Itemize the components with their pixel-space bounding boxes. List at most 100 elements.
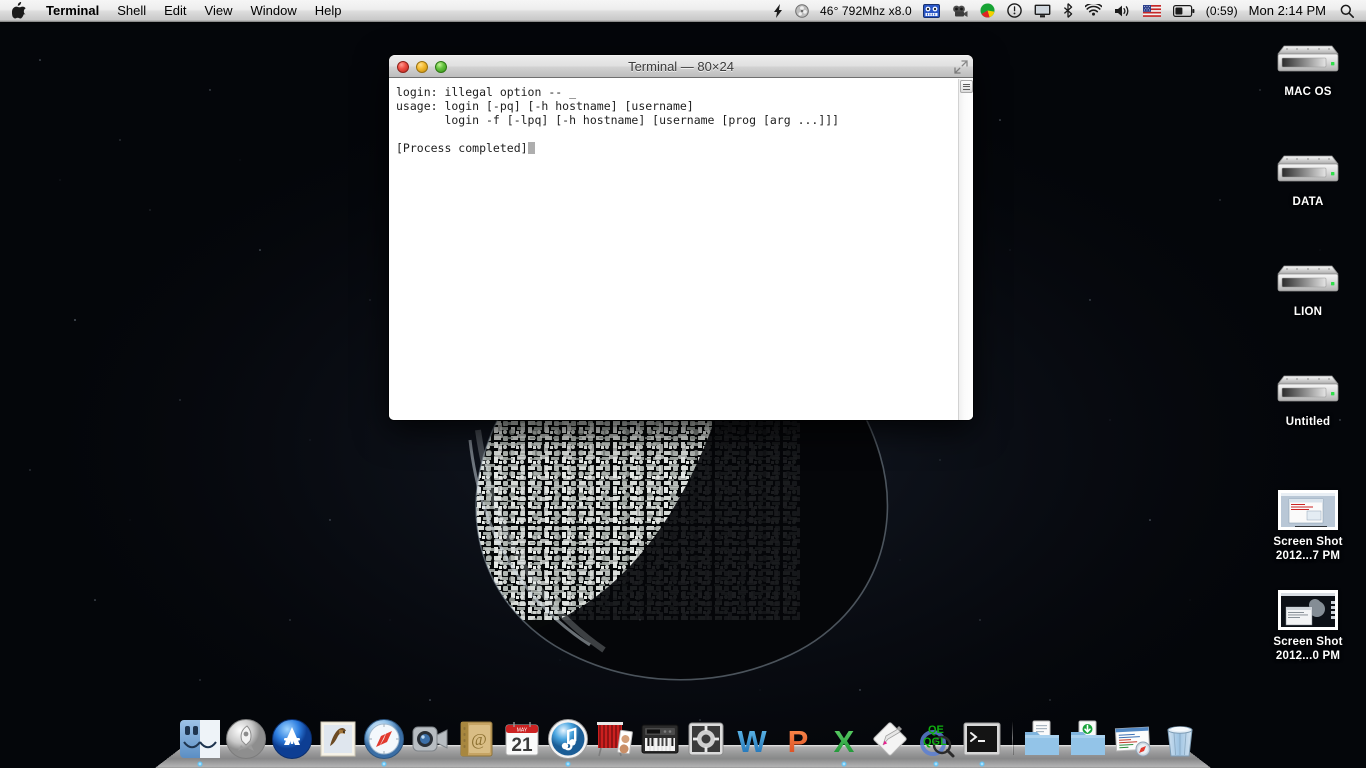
menu-bar: Terminal Shell Edit View Window Help 46°… [0,0,1366,22]
apple-logo-icon[interactable] [0,2,37,19]
menu-item-edit[interactable]: Edit [155,0,195,22]
terminal-line-2: login -f [-lpq] [-h hostname] [username … [396,112,840,127]
clock-alert-icon[interactable] [1001,0,1028,22]
svg-text:X: X [834,724,855,759]
hard-drive-icon [1275,138,1341,190]
safari-icon [364,719,404,759]
desktop-icon-label: LION [1293,306,1323,318]
fullscreen-icon[interactable] [954,60,968,74]
facetime-icon [412,726,448,752]
dock-item-app-store[interactable] [269,712,315,760]
desktop-icon-lion[interactable]: LION [1258,248,1358,319]
dock-items: @ MAY 21 W P X QE QGL [155,712,1211,767]
svg-text:@: @ [471,730,487,749]
launchpad-icon [226,719,266,759]
running-indicator [565,761,571,767]
photo-booth-icon [597,722,633,757]
menu-item-view[interactable]: View [196,0,242,22]
dock-item-powerpoint[interactable]: P [775,712,821,760]
dock-item-finder[interactable] [177,712,223,767]
spotlight-search-icon[interactable] [1334,0,1360,22]
minimize-button[interactable] [416,61,428,73]
terminal-output[interactable]: login: illegal option -- _ usage: login … [389,79,958,420]
traffic-lights [397,61,447,73]
dock-item-itunes[interactable] [545,712,591,767]
terminal-title-bar[interactable]: Terminal — 80×24 [389,55,973,78]
desktop-icon-label: MAC OS [1284,86,1332,98]
garageband-icon [641,724,679,754]
dock-item-address-book[interactable]: @ [453,712,499,760]
dock-item-mail[interactable] [315,712,361,760]
disk-pie-icon[interactable] [974,0,1001,22]
camera-icon[interactable] [946,0,974,22]
dock-item-ical[interactable]: MAY 21 [499,712,545,760]
dock-stack-downloads[interactable] [1065,712,1111,760]
document-file-icon [1114,726,1151,757]
terminal-window[interactable]: Terminal — 80×24 login: illegal option -… [389,55,973,420]
itunes-icon [548,719,588,759]
terminal-line-1: usage: login [-pq] [-h hostname] [userna… [396,98,694,113]
terminal-icon [963,722,1001,756]
excel-icon: X [834,724,855,759]
dock-item-recent-file[interactable] [1111,712,1157,760]
desktop-icon-untitled[interactable]: Untitled [1258,358,1358,429]
close-button[interactable] [397,61,409,73]
menu-item-help[interactable]: Help [306,0,351,22]
documents-folder-icon [1025,720,1059,755]
us-flag-icon[interactable] [1137,0,1167,22]
wifi-icon[interactable] [1079,0,1108,22]
svg-text:W: W [737,724,767,759]
microsoft-word-icon: W [737,724,767,759]
bluetooth-icon[interactable] [1057,0,1079,22]
dock-item-qe-qgl[interactable]: QE QGL [913,712,959,767]
scrollbar-menu-button[interactable] [960,80,973,93]
sketch-tool-icon [873,722,907,756]
svg-text:QGL: QGL [923,736,947,748]
dock-item-garageband[interactable] [637,712,683,760]
svg-text:21: 21 [511,735,533,756]
battery-icon[interactable] [1167,0,1201,22]
volume-icon[interactable] [1108,0,1137,22]
dock-item-microsoft-word[interactable]: W [729,712,775,760]
hard-drive-icon [1275,248,1341,300]
desktop-icon-label: DATA [1292,196,1324,208]
dock-item-photo-booth[interactable] [591,712,637,760]
terminal-line-0: login: illegal option -- _ [396,85,577,99]
bolt-icon[interactable] [768,0,789,22]
hard-drive-icon [1275,28,1341,80]
dock-item-facetime[interactable] [407,712,453,760]
dock[interactable]: @ MAY 21 W P X QE QGL [155,706,1211,768]
menu-item-terminal[interactable]: Terminal [37,0,108,22]
dock-item-system-preferences[interactable] [683,712,729,760]
powerpoint-icon: P [788,724,809,759]
dock-item-sketch-tool[interactable] [867,712,913,760]
dock-item-safari[interactable] [361,712,407,767]
dock-item-excel[interactable]: X [821,712,867,767]
vlc-cone-icon[interactable] [917,0,946,22]
desktop-icon-data[interactable]: DATA [1258,138,1358,209]
menu-item-window[interactable]: Window [242,0,306,22]
istat-temp-text[interactable]: 46° 792Mhz x8.0 [815,4,917,18]
menu-bar-clock[interactable]: Mon 2:14 PM [1243,3,1334,18]
terminal-scrollbar[interactable] [958,79,973,420]
dock-item-terminal[interactable] [959,712,1005,767]
desktop-icon-mac-os[interactable]: MAC OS [1258,28,1358,99]
dock-separator [1005,716,1019,760]
svg-text:QE: QE [928,724,944,736]
app-store-icon [272,719,312,759]
battery-time-text: (0:59) [1205,3,1238,18]
svg-text:P: P [788,724,809,759]
zoom-button[interactable] [435,61,447,73]
desktop-icon-screenshot-1[interactable]: Screen Shot 2012...7 PM [1258,478,1358,563]
trash-icon [1167,726,1193,757]
desktop-icon-screenshot-2[interactable]: Screen Shot 2012...0 PM [1258,578,1358,663]
fan-speed-icon[interactable] [789,0,815,22]
terminal-body[interactable]: login: illegal option -- _ usage: login … [389,79,973,420]
running-indicator [197,761,203,767]
running-indicator [979,761,985,767]
dock-item-launchpad[interactable] [223,712,269,760]
menu-item-shell[interactable]: Shell [108,0,155,22]
display-icon[interactable] [1028,0,1057,22]
dock-stack-documents[interactable] [1019,712,1065,760]
dock-item-trash[interactable] [1157,712,1203,760]
